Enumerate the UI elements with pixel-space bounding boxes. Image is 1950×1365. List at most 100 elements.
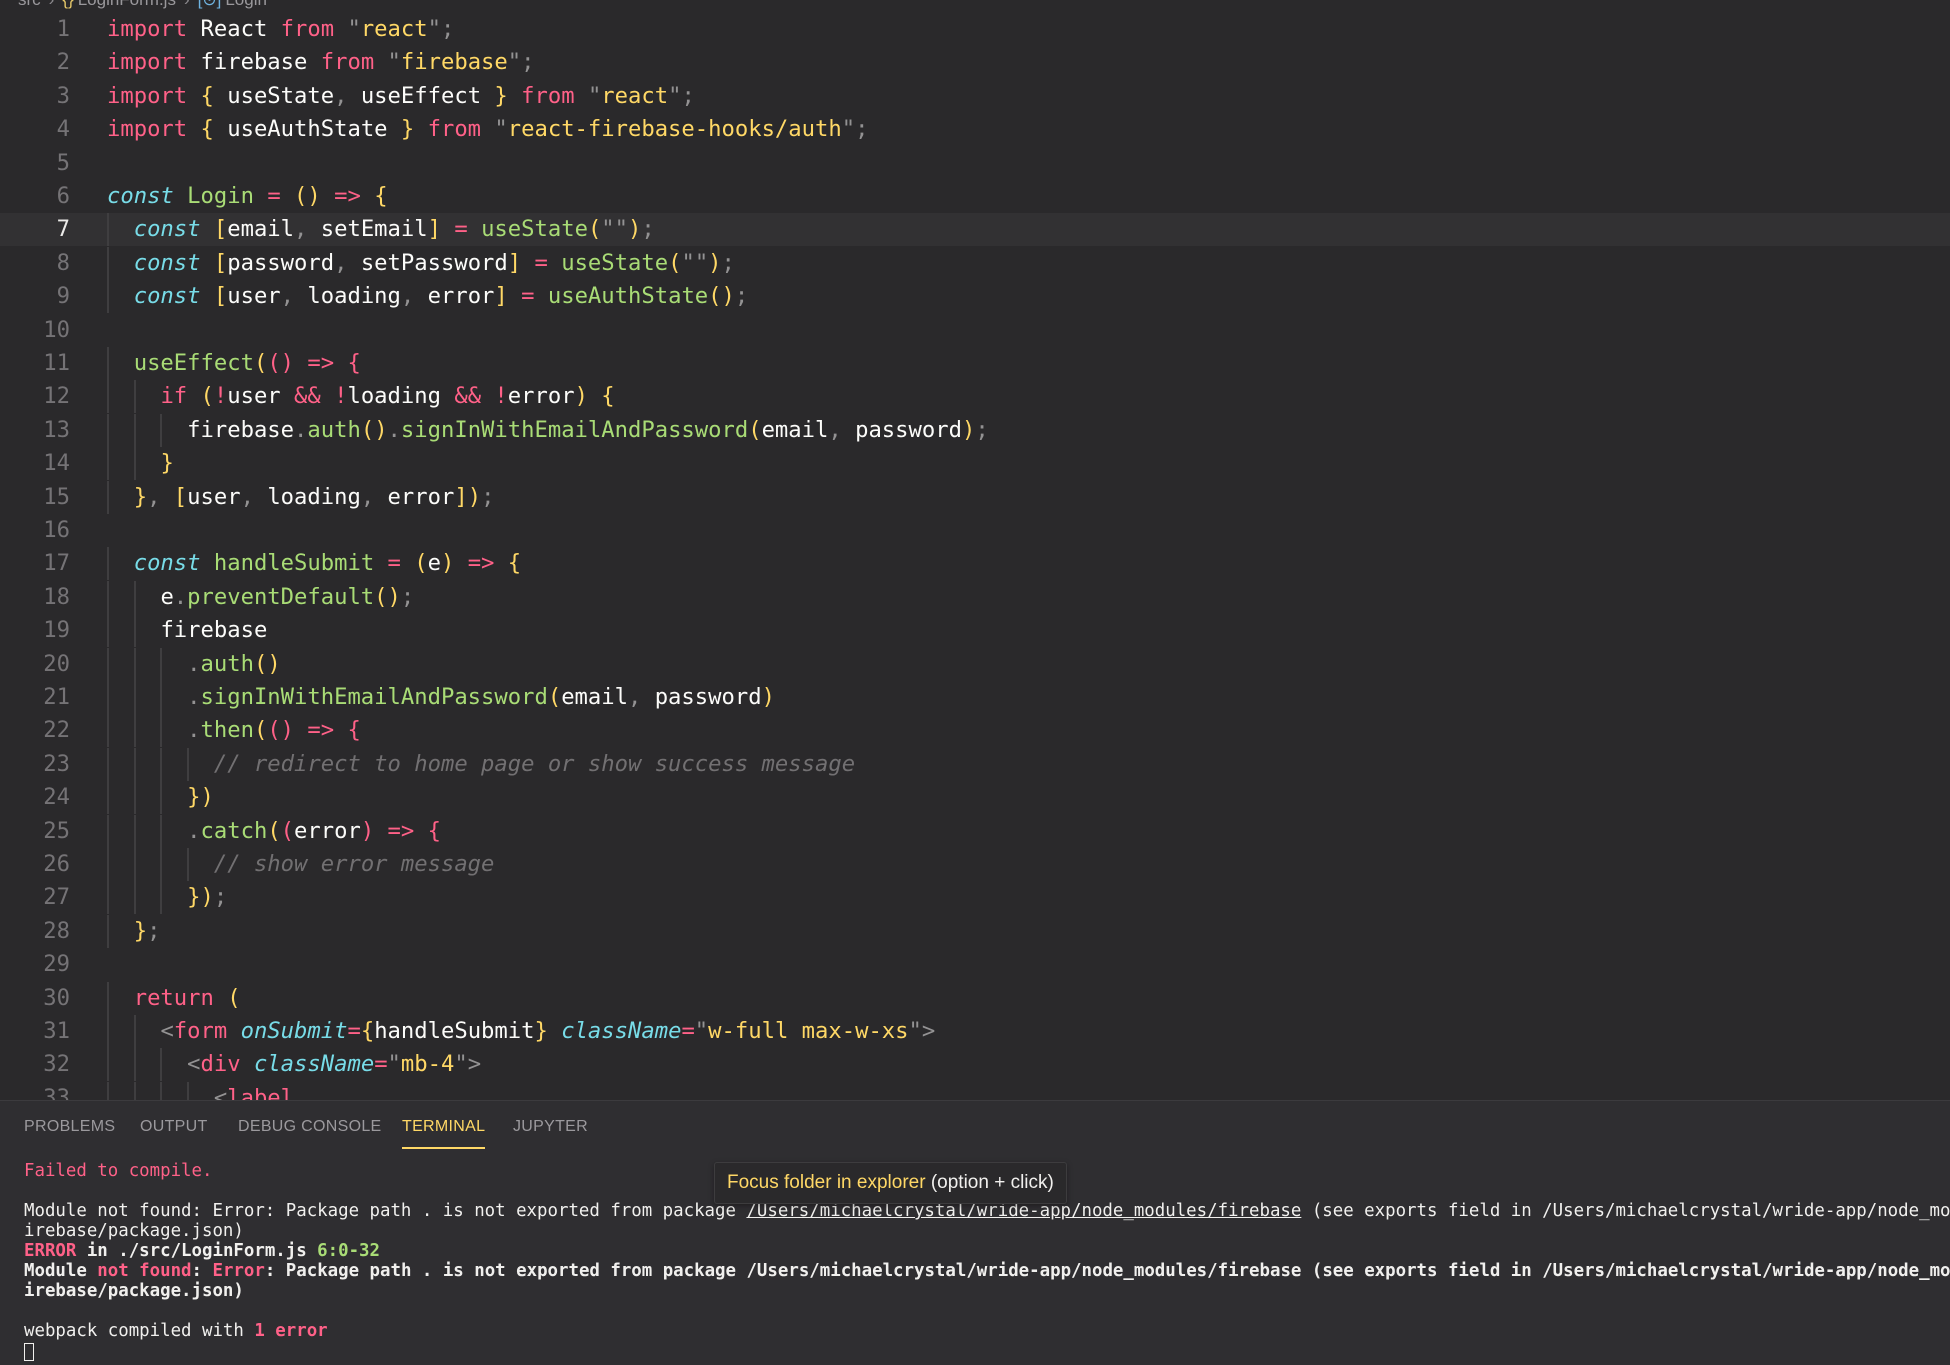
code-text: .then(() => {	[187, 717, 361, 744]
code-text: <div className="mb-4">	[187, 1051, 482, 1078]
code-line[interactable]: 29	[0, 948, 1950, 981]
code-line[interactable]: 12 if (!user && !loading && !error) {	[0, 380, 1950, 414]
tab-debug-console[interactable]: DEBUG CONSOLE	[238, 1101, 382, 1147]
code-text: firebase.auth().signInWithEmailAndPasswo…	[187, 416, 989, 443]
line-number: 21	[43, 684, 70, 710]
code-line[interactable]: 33 <label	[0, 1081, 1950, 1100]
code-line[interactable]: 14 }	[0, 447, 1950, 481]
line-number: 18	[43, 583, 70, 610]
code-line[interactable]: 17 const handleSubmit = (e) => {	[0, 547, 1950, 581]
code-text: const [user, loading, error] = useAuthSt…	[133, 283, 749, 310]
line-number: 3	[56, 82, 70, 109]
code-line[interactable]: 5	[0, 147, 1950, 180]
line-number: 32	[43, 1051, 70, 1078]
bottom-panel: PROBLEMS OUTPUT DEBUG CONSOLE TERMINAL J…	[0, 1100, 1950, 1365]
js-file-icon: {}	[62, 0, 73, 9]
line-number: 15	[43, 483, 70, 510]
code-text: })	[187, 784, 214, 811]
code-text: if (!user && !loading && !error) {	[160, 383, 615, 410]
terminal-text: (see exports field in /Users/michaelcrys…	[1311, 1201, 1950, 1221]
terminal-cursor	[24, 1343, 34, 1361]
terminal-text: :	[191, 1261, 213, 1281]
line-number: 10	[43, 316, 70, 343]
code-line[interactable]: 18 e.preventDefault();	[0, 580, 1950, 614]
line-number: 5	[56, 149, 70, 176]
code-line[interactable]: 20 .auth()	[0, 647, 1950, 681]
code-line[interactable]: 21 .signInWithEmailAndPassword(email, pa…	[0, 681, 1950, 714]
code-line[interactable]: 30 return (	[0, 981, 1950, 1015]
terminal-text: Error	[212, 1261, 265, 1281]
breadcrumb-file[interactable]: LoginForm.js	[78, 0, 176, 9]
terminal-failed-line: Failed to compile.	[24, 1161, 213, 1181]
line-number: 9	[56, 283, 70, 310]
chevron-right-icon: ›	[184, 0, 190, 9]
code-line[interactable]: 6 const Login = () => {	[0, 180, 1950, 213]
code-line[interactable]: 32 <div className="mb-4">	[0, 1048, 1950, 1082]
code-text: return (	[133, 984, 241, 1011]
code-line[interactable]: 3 import { useState, useEffect } from "re…	[0, 80, 1950, 113]
panel-tabs: PROBLEMS OUTPUT DEBUG CONSOLE TERMINAL J…	[0, 1101, 1950, 1149]
code-text: import { useAuthState } from "react-fire…	[107, 116, 869, 143]
terminal-path-link[interactable]: /Users/michaelcrystal/wride-app/node_mod…	[746, 1201, 1301, 1221]
terminal-error-count: 1 error	[254, 1321, 328, 1341]
code-line[interactable]: 16	[0, 514, 1950, 547]
line-number: 29	[43, 951, 70, 978]
breadcrumb-folder[interactable]: src	[18, 0, 41, 9]
code-text: });	[187, 884, 228, 911]
line-number: 24	[43, 784, 70, 811]
code-line[interactable]: 19 firebase	[0, 614, 1950, 648]
line-number: 12	[43, 383, 70, 410]
terminal-error-line-cont: irebase/package.json)	[24, 1281, 244, 1301]
code-text: const Login = () => {	[107, 183, 388, 209]
tab-output[interactable]: OUTPUT	[140, 1101, 208, 1147]
code-line[interactable]: 24 })	[0, 781, 1950, 815]
tab-terminal[interactable]: TERMINAL	[402, 1101, 486, 1149]
code-line[interactable]: 31 <form onSubmit={handleSubmit} classNa…	[0, 1015, 1950, 1048]
code-line[interactable]: 8 const [password, setPassword] = useSta…	[0, 246, 1950, 280]
code-text: import firebase from "firebase";	[107, 49, 535, 76]
code-line[interactable]: 28 };	[0, 914, 1950, 948]
tab-problems[interactable]: PROBLEMS	[24, 1101, 115, 1147]
code-line[interactable]: 2 import firebase from "firebase";	[0, 46, 1950, 79]
code-editor[interactable]: src › {} LoginForm.js › [⊙]Login 1 import Reac…	[0, 0, 1950, 1100]
line-number: 25	[43, 817, 70, 844]
code-text: <label	[213, 1084, 295, 1100]
code-line[interactable]: 7 const [email, setEmail] = useState("")…	[0, 213, 1950, 247]
terminal-webpack-line: webpack compiled with 1 error	[24, 1321, 328, 1341]
code-line[interactable]: 13 firebase.auth().signInWithEmailAndPas…	[0, 413, 1950, 447]
code-text: // show error message	[213, 851, 495, 877]
code-text: e.preventDefault();	[160, 583, 415, 610]
code-line[interactable]: 10	[0, 314, 1950, 347]
code-line[interactable]: 27 });	[0, 881, 1950, 915]
terminal-text: Module	[24, 1261, 98, 1281]
terminal-text: Module not found: Error: Package path . …	[24, 1201, 747, 1221]
tooltip-action: Focus folder in explorer	[727, 1172, 926, 1193]
code-text: }, [user, loading, error]);	[133, 483, 495, 510]
line-number: 23	[43, 750, 70, 777]
code-text: import React from "react";	[107, 16, 455, 42]
code-line[interactable]: 22 .then(() => {	[0, 714, 1950, 748]
code-line[interactable]: 25 .catch((error) => {	[0, 814, 1950, 848]
code-text: useEffect(() => {	[133, 350, 361, 376]
focus-folder-tooltip: Focus folder in explorer (option + click…	[714, 1162, 1067, 1204]
terminal-text: webpack compiled with	[24, 1321, 255, 1341]
code-line[interactable]: 11 useEffect(() => {	[0, 347, 1950, 380]
code-text: import { useState, useEffect } from "rea…	[107, 82, 695, 109]
line-number: 22	[43, 717, 70, 744]
line-number: 11	[43, 350, 70, 376]
code-line[interactable]: 9 const [user, loading, error] = useAuth…	[0, 280, 1950, 314]
code-text: .catch((error) => {	[187, 817, 441, 844]
code-line[interactable]: 15 }, [user, loading, error]);	[0, 480, 1950, 514]
terminal-error-line: Module not found: Error: Package path . …	[24, 1201, 1950, 1221]
code-line[interactable]: 26 // show error message	[0, 848, 1950, 881]
code-line[interactable]: 4 import { useAuthState } from "react-fir…	[0, 113, 1950, 146]
terminal-error-loc: 6:0-32	[317, 1241, 380, 1261]
breadcrumb-symbol[interactable]: Login	[225, 0, 267, 9]
code-text: <form onSubmit={handleSubmit} className=…	[160, 1018, 936, 1044]
code-line[interactable]: 1 import React from "react";	[0, 13, 1950, 46]
line-number: 20	[43, 650, 70, 677]
code-line[interactable]: 23 // redirect to home page or show succ…	[0, 747, 1950, 781]
line-number: 14	[43, 450, 70, 477]
terminal-error-location-line: ERROR in ./src/LoginForm.js 6:0-32	[24, 1241, 380, 1261]
tab-jupyter[interactable]: JUPYTER	[513, 1101, 588, 1147]
